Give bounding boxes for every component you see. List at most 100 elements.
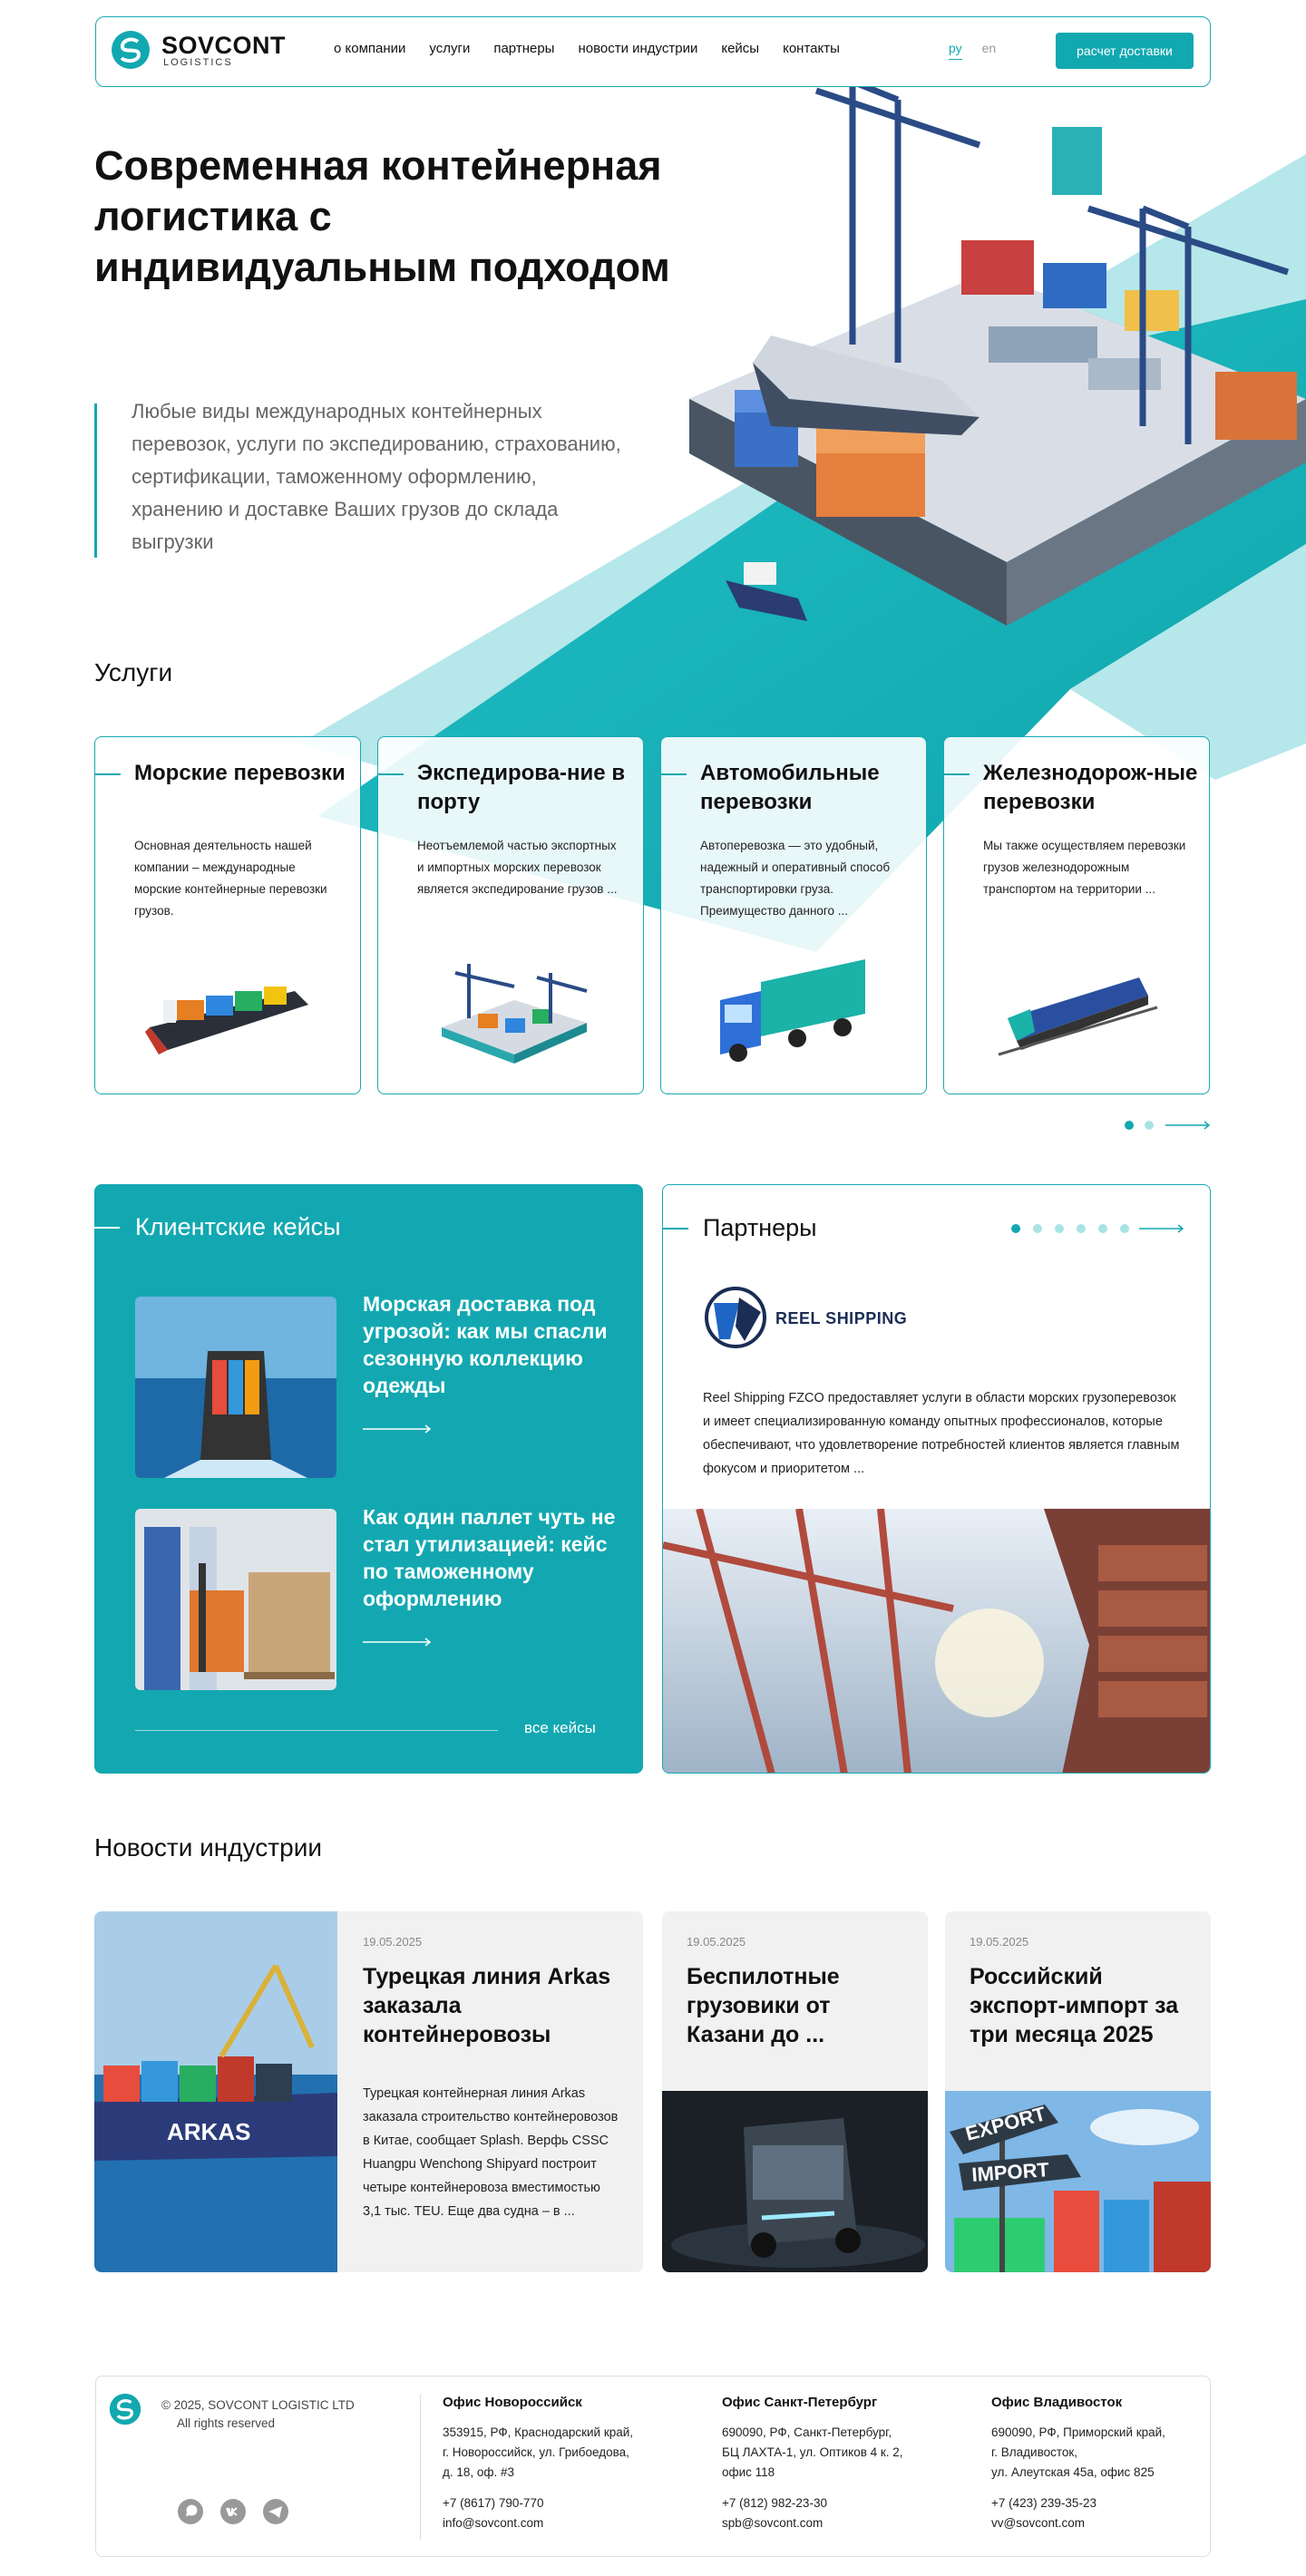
case-image-ship[interactable]	[135, 1297, 336, 1478]
cargo-ship-image	[145, 987, 308, 1055]
service-text: Автоперевозка — это удобный, надежный и …	[700, 839, 891, 918]
card-accent-line	[95, 773, 121, 775]
arrow-right-icon[interactable]	[1165, 1121, 1211, 1130]
office-address: 353915, РФ, Краснодарский край, г. Новор…	[443, 2423, 687, 2483]
news-headline: Турецкая линия Arkas заказала контейнеро…	[363, 1964, 611, 2047]
slider-dot[interactable]	[1055, 1224, 1064, 1233]
address-line: офис 118	[722, 2465, 775, 2479]
partners-panel: Партнеры REEL SHIPPING Reel Shipping FZC…	[662, 1184, 1211, 1774]
address-line: ул. Алеутская 45а, офис 825	[991, 2465, 1155, 2479]
cases-title: Клиентские кейсы	[135, 1213, 341, 1240]
address-line: 690090, РФ, Приморский край,	[991, 2425, 1165, 2439]
case-image-warehouse[interactable]	[135, 1509, 336, 1690]
slider-dot[interactable]	[1120, 1224, 1129, 1233]
office-novorossiysk: Офис Новороссийск 353915, РФ, Краснодарс…	[443, 2395, 687, 2533]
site-footer: © 2025, SOVCONT LOGISTIC LTD All rights …	[95, 2376, 1211, 2557]
nav-cases[interactable]: кейсы	[721, 41, 759, 56]
logo-icon[interactable]	[111, 30, 151, 70]
service-title: Экспедирова-ние в порту	[417, 761, 626, 814]
slider-dot[interactable]	[1033, 1224, 1042, 1233]
service-card-port[interactable]: Экспедирова-ние в порту Неотъемлемой час…	[377, 736, 644, 1094]
services-title: Услуги	[94, 658, 173, 686]
delivery-calc-button[interactable]: расчет доставки	[1056, 33, 1194, 69]
card-accent-line	[661, 773, 687, 775]
logo-icon[interactable]	[109, 2393, 141, 2425]
slider-dot[interactable]	[1077, 1224, 1086, 1233]
main-nav: о компании услуги партнеры новости индус…	[334, 41, 840, 56]
case-title[interactable]: Морская доставка под угрозой: как мы спа…	[363, 1290, 617, 1399]
slider-dot[interactable]	[1098, 1224, 1107, 1233]
office-title: Офис Владивосток	[991, 2395, 1123, 2410]
nav-news[interactable]: новости индустрии	[578, 41, 697, 56]
office-phone[interactable]: +7 (8617) 790-770	[443, 2493, 687, 2513]
autonomous-truck-image	[662, 2091, 928, 2272]
news-date: 19.05.2025	[687, 1935, 746, 1949]
partners-accent-line	[663, 1228, 688, 1230]
nav-contacts[interactable]: контакты	[783, 41, 840, 56]
brand-name[interactable]: SOVCONT	[161, 32, 286, 60]
address-line: 353915, РФ, Краснодарский край,	[443, 2425, 634, 2439]
news-headline: Беспилотные грузовики от Казани до ...	[687, 1964, 840, 2047]
office-spb: Офис Санкт-Петербург 690090, РФ, Санкт-П…	[722, 2395, 967, 2533]
client-cases-panel: Клиентские кейсы Морская доставка под уг…	[94, 1184, 643, 1774]
news-card-trucks[interactable]: 19.05.2025 Беспилотные грузовики от Каза…	[662, 1911, 928, 2272]
rights: All rights reserved	[177, 2416, 276, 2430]
arrow-right-icon[interactable]	[363, 1638, 432, 1647]
whatsapp-icon[interactable]	[177, 2498, 204, 2525]
reel-shipping-logo-icon	[705, 1287, 766, 1348]
news-date: 19.05.2025	[970, 1935, 1029, 1949]
slider-dot-active[interactable]	[1011, 1224, 1020, 1233]
telegram-icon[interactable]	[262, 2498, 289, 2525]
office-title: Офис Санкт-Петербург	[722, 2395, 878, 2410]
lang-ru[interactable]: ру	[949, 41, 962, 60]
service-card-rail[interactable]: Железнодорож-ные перевозки Мы также осущ…	[943, 736, 1210, 1094]
office-address: 690090, РФ, Приморский край, г. Владивос…	[991, 2423, 1200, 2483]
news-headline: Российский экспорт-импорт за три месяца …	[970, 1964, 1179, 2047]
nav-services[interactable]: услуги	[429, 41, 470, 56]
ship-hull-label: ARKAS	[167, 2118, 250, 2145]
case-title[interactable]: Как один паллет чуть не стал утилизацией…	[363, 1503, 617, 1612]
office-email[interactable]: spb@sovcont.com	[722, 2513, 967, 2533]
cases-accent-line	[94, 1227, 120, 1229]
office-phone[interactable]: +7 (423) 239-35-23	[991, 2493, 1200, 2513]
office-email[interactable]: info@sovcont.com	[443, 2513, 687, 2533]
brand-subtitle: LOGISTICS	[163, 57, 233, 68]
office-phone[interactable]: +7 (812) 982-23-30	[722, 2493, 967, 2513]
vk-icon[interactable]	[219, 2498, 247, 2525]
service-text: Основная деятельность нашей компании – м…	[134, 839, 327, 918]
address-line: д. 18, оф. #3	[443, 2465, 515, 2479]
site-header: SOVCONT LOGISTICS о компании услуги парт…	[95, 16, 1211, 87]
service-title: Автомобильные перевозки	[700, 761, 880, 814]
address-line: г. Новороссийск, ул. Грибоедова,	[443, 2445, 629, 2459]
address-line: г. Владивосток,	[991, 2445, 1078, 2459]
news-card-arkas[interactable]: ARKAS 19.05.2025 Турецкая линия Arkas за…	[94, 1911, 643, 2272]
news-date: 19.05.2025	[363, 1935, 423, 1949]
partner-description: Reel Shipping FZCO предоставляет услуги …	[703, 1391, 1180, 1476]
slider-dot-active[interactable]	[1125, 1121, 1134, 1130]
truck-image	[720, 959, 865, 1062]
arrow-right-icon[interactable]	[1139, 1224, 1184, 1233]
office-email[interactable]: vv@sovcont.com	[991, 2513, 1200, 2533]
service-card-sea[interactable]: Морские перевозки Основная деятельность …	[94, 736, 361, 1094]
arrow-right-icon[interactable]	[363, 1424, 432, 1434]
nav-partners[interactable]: партнеры	[493, 41, 554, 56]
slider-dot[interactable]	[1145, 1121, 1154, 1130]
all-cases-link[interactable]: все кейсы	[524, 1719, 596, 1737]
card-accent-line	[944, 773, 970, 775]
news-card-export[interactable]: 19.05.2025 Российский экспорт-импорт за …	[945, 1911, 1211, 2272]
news-title: Новости индустрии	[94, 1833, 322, 1862]
lang-en[interactable]: en	[982, 41, 997, 60]
port-cranes-image	[663, 1509, 1210, 1773]
hero-text: Любые виды международных контейнерных пе…	[132, 400, 621, 553]
port-terminal-image	[442, 964, 588, 1064]
news-excerpt: Турецкая контейнерная линия Arkas заказа…	[363, 2086, 619, 2219]
address-line: БЦ ЛАХТА-1, ул. Оптиков 4 к. 2,	[722, 2445, 903, 2459]
service-card-road[interactable]: Автомобильные перевозки Автоперевозка — …	[660, 736, 927, 1094]
locomotive-image	[998, 977, 1158, 1056]
arkas-ship-image: ARKAS	[94, 1911, 337, 2272]
partners-title: Партнеры	[703, 1214, 817, 1241]
address-line: 690090, РФ, Санкт-Петербург,	[722, 2425, 892, 2439]
office-vladivostok: Офис Владивосток 690090, РФ, Приморский …	[991, 2395, 1200, 2533]
hero-accent-bar	[94, 403, 97, 558]
nav-about[interactable]: о компании	[334, 41, 405, 56]
